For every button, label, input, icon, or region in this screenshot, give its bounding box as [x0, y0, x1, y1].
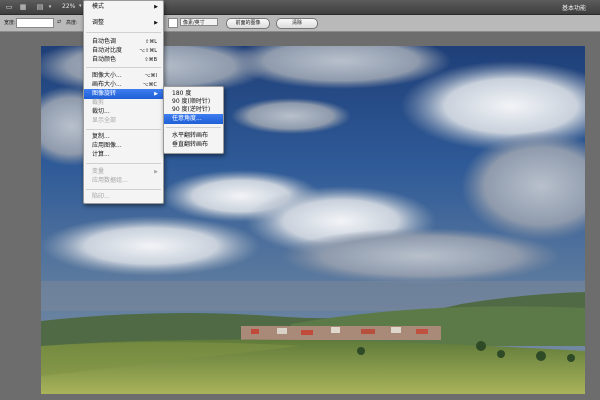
clear-button[interactable]: 清除	[276, 18, 318, 29]
chevron-down-icon[interactable]: ▾	[45, 3, 55, 11]
front-image-button[interactable]: 前面的图像	[226, 18, 270, 29]
chevron-right-icon: ▶	[154, 4, 158, 10]
document-icon[interactable]: ▦	[18, 3, 28, 11]
image-rotation-submenu: 180 度 90 度(顺时针) 90 度(逆时针) 任意角度... 水平翻转画布…	[163, 86, 224, 154]
menu-divider	[166, 127, 221, 128]
menu-item-apply-data-set: 应用数据组...	[92, 177, 128, 184]
swap-icon[interactable]: ⇄	[57, 19, 61, 25]
menu-divider	[86, 67, 161, 68]
menu-item-mode[interactable]: 模式 ▶	[84, 2, 163, 12]
width-field[interactable]	[16, 18, 54, 28]
menu-item-flip-vertical[interactable]: 垂直翻转画布	[164, 140, 223, 150]
screen-mode-icon[interactable]: ▭	[4, 3, 14, 11]
menu-divider	[86, 189, 161, 190]
menu-divider	[86, 129, 161, 130]
zoom-dropdown-icon[interactable]: ▾	[79, 3, 82, 9]
resolution-unit-select[interactable]: 像素/英寸	[180, 18, 218, 26]
menu-item-adjustments[interactable]: 调整 ▶	[84, 18, 163, 28]
menu-item-calculations[interactable]: 计算...	[84, 150, 163, 160]
arrange-icon[interactable]: ▤	[35, 3, 45, 11]
menu-divider	[86, 163, 161, 164]
width-label: 宽度:	[4, 20, 16, 26]
zoom-level[interactable]: 22%	[62, 3, 75, 10]
chevron-right-icon: ▶	[154, 20, 158, 26]
menu-item-reveal-all: 显示全部	[92, 117, 117, 124]
workspace-switcher[interactable]: 基本功能	[562, 3, 586, 12]
menu-item-auto-color[interactable]: 自动颜色 ⇧⌘B	[84, 55, 163, 65]
menu-item-trap: 陷印...	[92, 193, 110, 200]
menu-divider	[86, 32, 161, 33]
image-menu: 模式 ▶ 调整 ▶ 自动色调 ⇧⌘L 自动对比度 ⌥⇧⌘L 自动颜色 ⇧⌘B 图像大小..…	[83, 0, 164, 204]
height-label: 高度:	[66, 20, 78, 26]
resolution-field[interactable]	[168, 18, 178, 28]
menu-item-arbitrary-angle[interactable]: 任意角度...	[164, 114, 223, 124]
